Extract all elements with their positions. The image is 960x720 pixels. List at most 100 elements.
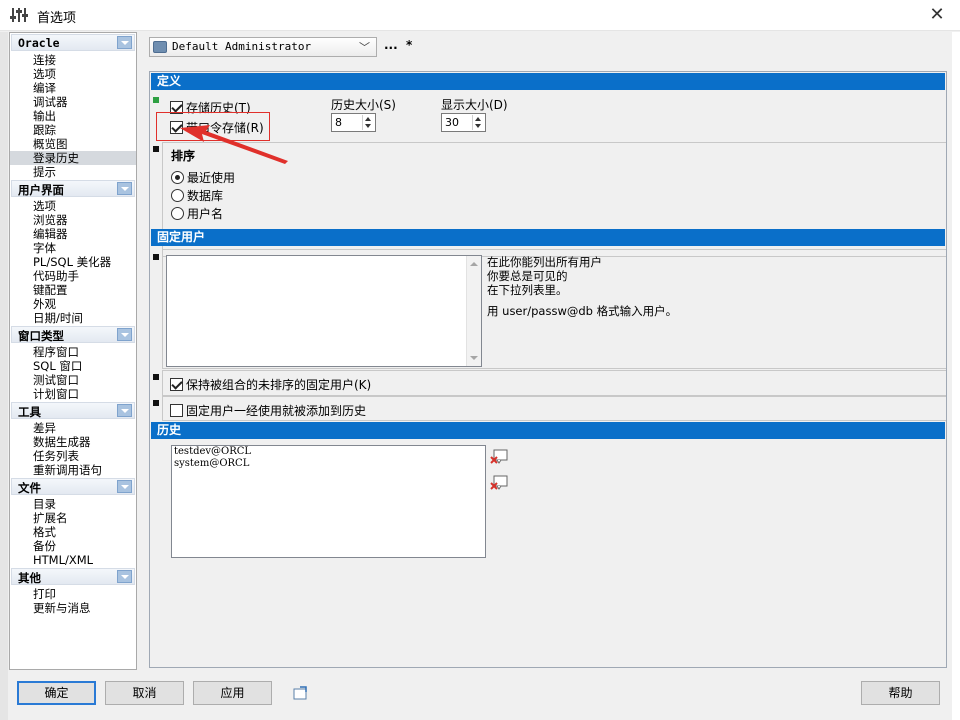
- sidebar-item[interactable]: 浏览器: [10, 213, 136, 227]
- sidebar-item[interactable]: 输出: [10, 109, 136, 123]
- collapse-chevron-icon[interactable]: [117, 182, 132, 195]
- history-list[interactable]: testdev@ORCL system@ORCL: [171, 445, 486, 558]
- checkbox-unchecked-icon: [170, 404, 183, 417]
- sidebar-item[interactable]: 外观: [10, 297, 136, 311]
- chevron-down-icon: ﹀: [359, 41, 370, 54]
- sidebar-item[interactable]: 目录: [10, 497, 136, 511]
- collapse-chevron-icon[interactable]: [117, 404, 132, 417]
- sidebar-item[interactable]: 备份: [10, 539, 136, 553]
- preferences-nav: Oracle 连接 选项 编译 调试器 输出 跟踪 概览图 登录历史 提示 用户界面 选项 浏览器 编辑器…: [9, 32, 137, 670]
- fixed-users-textarea[interactable]: [166, 255, 482, 367]
- sidebar-group-header[interactable]: 工具: [11, 402, 135, 419]
- sidebar-item[interactable]: 选项: [10, 199, 136, 213]
- annotation-arrow-icon: [180, 125, 288, 164]
- sidebar-group-title: 窗口类型: [18, 329, 64, 343]
- profile-options-button[interactable]: ...: [384, 38, 398, 52]
- display-size-spinner[interactable]: 30: [441, 113, 486, 132]
- history-item[interactable]: testdev@ORCL: [172, 446, 485, 458]
- cancel-button[interactable]: 取消: [105, 681, 184, 705]
- section-marker: [153, 254, 159, 260]
- sidebar-item[interactable]: PL/SQL 美化器: [10, 255, 136, 269]
- sidebar-item[interactable]: 概览图: [10, 137, 136, 151]
- sidebar-item[interactable]: 更新与消息: [10, 601, 136, 615]
- collapse-chevron-icon[interactable]: [117, 570, 132, 583]
- sort-option-label: 最近使用: [187, 171, 236, 185]
- sidebar-item[interactable]: 测试窗口: [10, 373, 136, 387]
- sidebar-group-header[interactable]: 其他: [11, 568, 135, 585]
- scroll-down-icon[interactable]: [470, 356, 478, 360]
- history-size-spinner[interactable]: 8: [331, 113, 376, 132]
- sidebar-item[interactable]: 调试器: [10, 95, 136, 109]
- sidebar-item[interactable]: HTML/XML: [10, 553, 136, 567]
- sidebar-item[interactable]: 编译: [10, 81, 136, 95]
- sidebar-item[interactable]: 键配置: [10, 283, 136, 297]
- sidebar-item[interactable]: 扩展名: [10, 511, 136, 525]
- sidebar-item[interactable]: 打印: [10, 587, 136, 601]
- sidebar-item[interactable]: SQL 窗口: [10, 359, 136, 373]
- section-header-history: 历史: [151, 422, 945, 439]
- background-window: [952, 32, 960, 720]
- sidebar-item[interactable]: 编辑器: [10, 227, 136, 241]
- sidebar-group-header[interactable]: 窗口类型: [11, 326, 135, 343]
- sort-option-username[interactable]: 用户名: [171, 205, 223, 222]
- sidebar-item[interactable]: 重新调用语句: [10, 463, 136, 477]
- sidebar-group-title: Oracle: [18, 36, 60, 50]
- background-window-edge: [0, 32, 8, 720]
- sidebar-item[interactable]: 程序窗口: [10, 345, 136, 359]
- sidebar-group-header[interactable]: 文件: [11, 478, 135, 495]
- ok-button[interactable]: 确定: [17, 681, 96, 705]
- sidebar-group-header[interactable]: Oracle: [11, 34, 135, 51]
- sidebar-item[interactable]: 代码助手: [10, 269, 136, 283]
- close-icon[interactable]: ✕: [914, 0, 960, 31]
- spin-down-icon[interactable]: [365, 124, 371, 128]
- user-profile-icon: [153, 41, 167, 53]
- sidebar-item[interactable]: 日期/时间: [10, 311, 136, 325]
- collapse-chevron-icon[interactable]: [117, 36, 132, 49]
- sort-option-recent[interactable]: 最近使用: [171, 169, 235, 186]
- profile-value: Default Administrator: [172, 40, 312, 53]
- scrollbar[interactable]: [466, 256, 481, 366]
- sidebar-item[interactable]: 数据生成器: [10, 435, 136, 449]
- sidebar-group-title: 工具: [18, 405, 41, 419]
- sort-option-database[interactable]: 数据库: [171, 187, 223, 204]
- history-item[interactable]: system@ORCL: [172, 458, 485, 470]
- sidebar-item[interactable]: 差异: [10, 421, 136, 435]
- profile-dropdown[interactable]: Default Administrator ﹀: [149, 37, 377, 57]
- sidebar-item[interactable]: 计划窗口: [10, 387, 136, 401]
- sidebar-item[interactable]: 提示: [10, 165, 136, 179]
- scroll-up-icon[interactable]: [470, 262, 478, 266]
- spin-up-icon[interactable]: [365, 117, 371, 121]
- spin-down-icon[interactable]: [475, 124, 481, 128]
- sidebar-item[interactable]: 登录历史: [10, 151, 136, 165]
- add-to-history-checkbox[interactable]: 固定用户一经使用就被添加到历史: [170, 402, 366, 419]
- help-button[interactable]: 帮助: [861, 681, 940, 705]
- sidebar-item[interactable]: 跟踪: [10, 123, 136, 137]
- spinner-buttons[interactable]: [362, 115, 374, 130]
- sidebar-group-title: 用户界面: [18, 183, 64, 197]
- spin-up-icon[interactable]: [475, 117, 481, 121]
- collapse-chevron-icon[interactable]: [117, 480, 132, 493]
- sidebar-item[interactable]: 任务列表: [10, 449, 136, 463]
- window-title: 首选项: [37, 11, 77, 26]
- collapse-chevron-icon[interactable]: [117, 328, 132, 341]
- apply-button[interactable]: 应用: [193, 681, 272, 705]
- sort-option-label: 用户名: [187, 207, 224, 221]
- add-to-history-label: 固定用户一经使用就被添加到历史: [186, 404, 367, 418]
- sidebar-item[interactable]: 格式: [10, 525, 136, 539]
- sidebar-item[interactable]: 字体: [10, 241, 136, 255]
- sidebar-item[interactable]: 连接: [10, 53, 136, 67]
- refresh-icon[interactable]: [292, 685, 310, 701]
- sort-option-label: 数据库: [187, 189, 224, 203]
- modified-indicator: *: [406, 38, 413, 52]
- fixed-users-info-4: 用 user/passw@db 格式输入用户。: [487, 304, 678, 318]
- history-size-value: 8: [335, 116, 342, 129]
- clear-history-icon[interactable]: [490, 475, 508, 491]
- sidebar-group-title: 其他: [18, 571, 41, 585]
- sidebar-group-header[interactable]: 用户界面: [11, 180, 135, 197]
- spinner-buttons[interactable]: [472, 115, 484, 130]
- keep-unsorted-checkbox[interactable]: 保持被组合的未排序的固定用户(K): [170, 376, 371, 393]
- sidebar-item[interactable]: 选项: [10, 67, 136, 81]
- remove-history-item-icon[interactable]: [490, 449, 508, 465]
- keep-unsorted-label: 保持被组合的未排序的固定用户(K): [186, 378, 372, 392]
- section-marker: [153, 374, 159, 380]
